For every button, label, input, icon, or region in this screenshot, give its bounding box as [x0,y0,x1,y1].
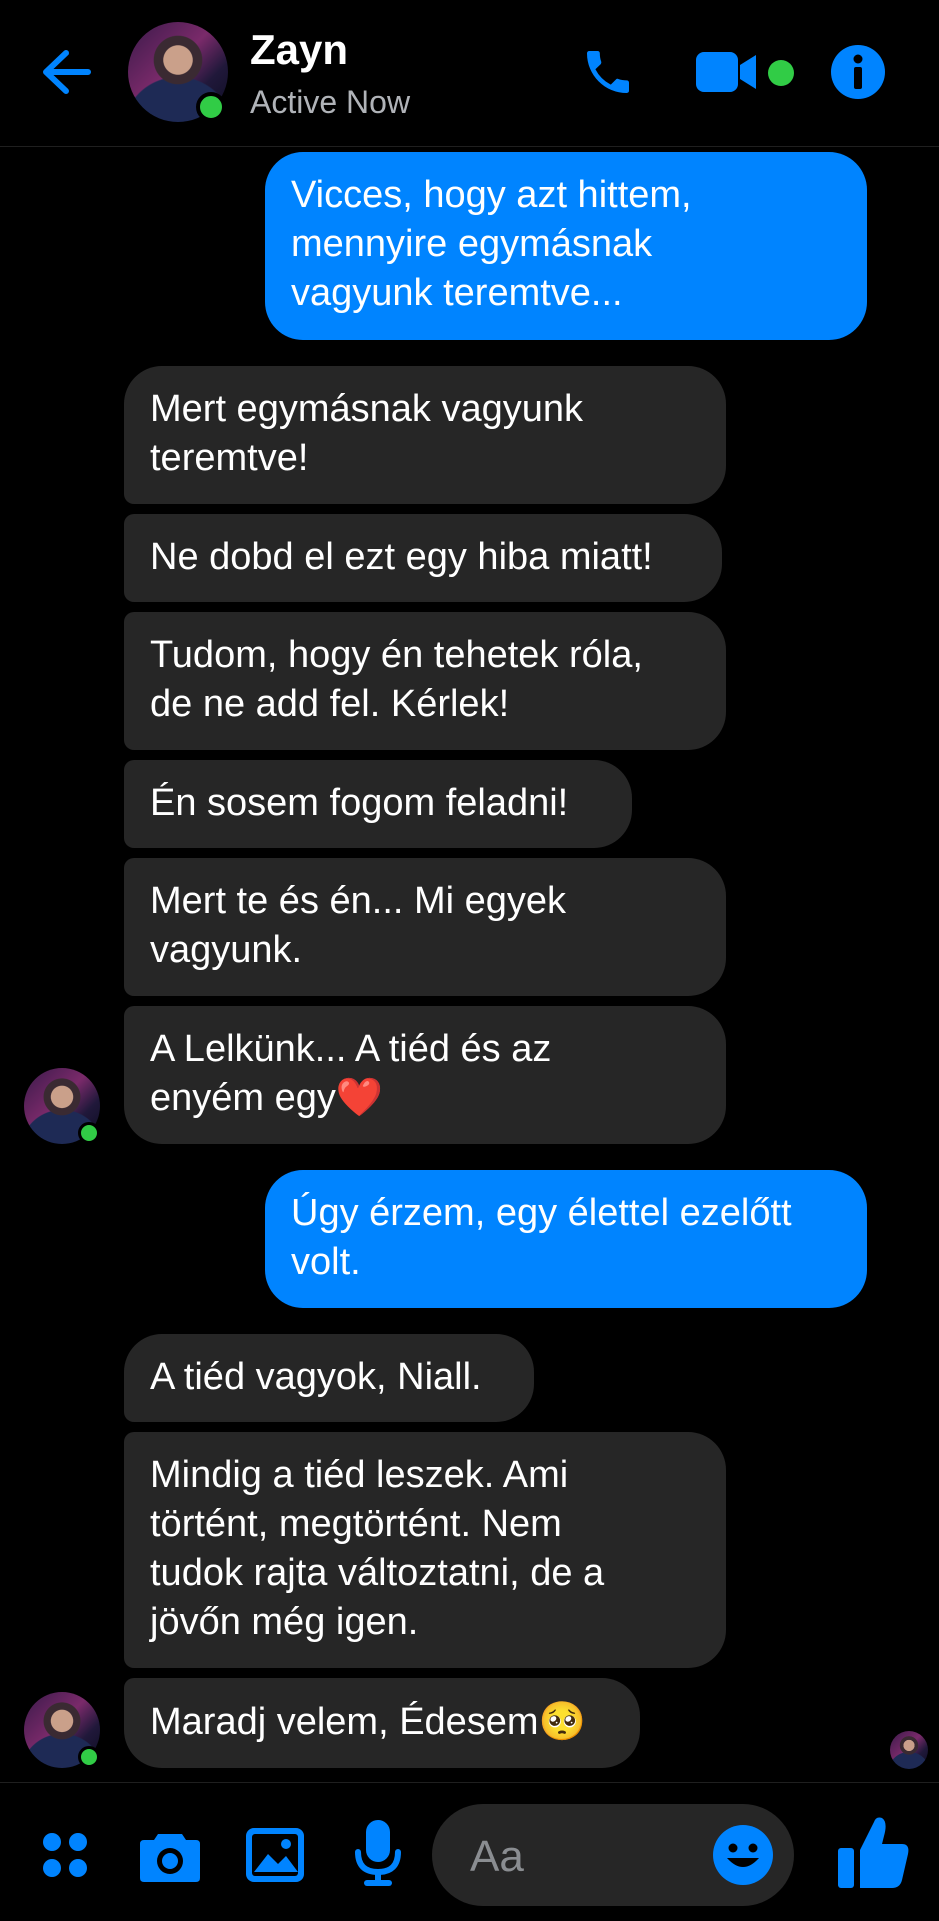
video-active-indicator [768,60,794,86]
like-thumb-icon[interactable] [836,1814,912,1890]
online-indicator [196,92,226,122]
conversation-header: Zayn Active Now [0,0,939,147]
online-indicator [78,1746,100,1768]
online-indicator [78,1122,100,1144]
back-arrow-icon[interactable] [36,42,96,102]
incoming-message[interactable]: Én sosem fogom feladni! [124,760,632,848]
active-status: Active Now [250,84,411,120]
incoming-message[interactable]: Ne dobd el ezt egy hiba miatt! [124,514,722,602]
camera-icon[interactable] [140,1830,200,1882]
seen-receipt-avatar [890,1731,928,1769]
outgoing-message[interactable]: Úgy érzem, egy élettel ezelőtt volt. [265,1170,867,1308]
incoming-message[interactable]: Mert te és én... Mi egyek vagyunk. [124,858,726,996]
apps-menu-icon[interactable] [40,1830,90,1880]
microphone-icon[interactable] [354,1820,402,1888]
info-icon[interactable] [830,44,886,100]
incoming-message[interactable]: Mindig a tiéd leszek. Ami történt, megtö… [124,1432,726,1668]
gallery-icon[interactable] [246,1828,304,1882]
emoji-icon[interactable] [712,1824,774,1886]
incoming-message[interactable]: Tudom, hogy én tehetek róla, de ne add f… [124,612,726,750]
phone-icon[interactable] [580,44,636,100]
outgoing-message[interactable]: Vicces, hogy azt hittem, mennyire egymás… [265,152,867,340]
incoming-message[interactable]: Maradj velem, Édesem🥺 [124,1678,640,1768]
message-input-placeholder[interactable]: Aa [470,1832,524,1882]
incoming-message[interactable]: A tiéd vagyok, Niall. [124,1334,534,1422]
video-camera-icon[interactable] [696,50,758,94]
incoming-message[interactable]: A Lelkünk... A tiéd és az enyém egy❤️ [124,1006,726,1144]
incoming-message[interactable]: Mert egymásnak vagyunk teremtve! [124,366,726,504]
contact-name[interactable]: Zayn [250,26,348,74]
